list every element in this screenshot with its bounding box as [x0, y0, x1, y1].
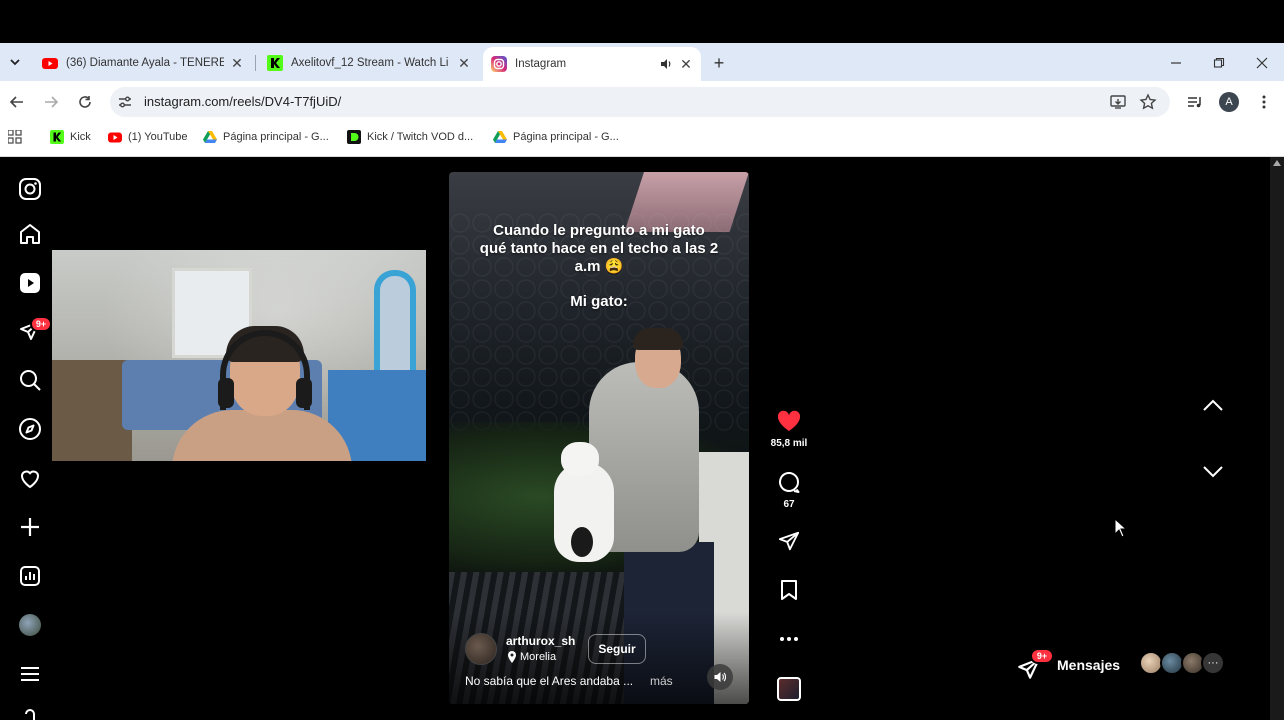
reel-more-link[interactable]: más: [650, 674, 673, 688]
bookmark-star-icon[interactable]: [1139, 93, 1157, 111]
bookmark-youtube[interactable]: (1) YouTube: [108, 129, 188, 145]
likes-count: 85,8 mil: [770, 438, 808, 449]
bookmark-kick[interactable]: Kick: [50, 129, 91, 145]
next-reel-chevron-down-icon[interactable]: [1200, 459, 1226, 485]
scroll-up-arrow-icon[interactable]: [1273, 160, 1281, 166]
close-tab-icon[interactable]: ✕: [230, 55, 244, 72]
bookmark-drive-1[interactable]: Página principal - G...: [203, 129, 329, 145]
tab-title: (36) Diamante Ayala - TENERE |: [66, 57, 224, 69]
tab-search-chevron-down-icon[interactable]: [4, 51, 26, 73]
threads-icon[interactable]: [18, 708, 42, 720]
home-icon[interactable]: [18, 222, 42, 246]
bookmark-vod[interactable]: Kick / Twitch VOD d...: [347, 129, 473, 145]
kick-icon: [267, 55, 283, 71]
previous-reel-chevron-up-icon[interactable]: [1200, 392, 1226, 418]
room-mirror: [374, 270, 416, 380]
like-heart-icon[interactable]: [776, 408, 802, 434]
profile-avatar[interactable]: [19, 614, 41, 636]
tab-kick-stream[interactable]: Axelitovf_12 Stream - Watch Li ✕: [259, 48, 479, 78]
new-tab-plus-icon[interactable]: +: [708, 52, 730, 74]
vod-icon: [347, 130, 361, 144]
reel-video[interactable]: Cuando le pregunto a mi gato qué tanto h…: [449, 172, 749, 704]
close-window-icon[interactable]: [1251, 52, 1273, 74]
youtube-icon: [108, 132, 122, 143]
mute-toggle-speaker-icon[interactable]: [707, 664, 733, 690]
kick-icon: [50, 130, 64, 144]
close-tab-icon[interactable]: ✕: [679, 56, 693, 73]
browser-menu-kebab-icon[interactable]: [1254, 92, 1274, 112]
restore-icon[interactable]: [1208, 52, 1230, 74]
bookmark-label: Kick / Twitch VOD d...: [367, 131, 474, 143]
dashboard-icon[interactable]: [18, 564, 42, 588]
media-controls-icon[interactable]: [1186, 93, 1204, 111]
author-avatar[interactable]: [465, 633, 497, 665]
top-letterbox: [0, 0, 1284, 43]
streamer-webcam-overlay: [52, 250, 426, 461]
url-text[interactable]: instagram.com/reels/DV4-T7fjUiD/: [144, 94, 341, 109]
instagram-icon: [491, 56, 507, 72]
share-send-icon[interactable]: [776, 528, 802, 554]
explore-icon[interactable]: [18, 417, 42, 441]
messages-notification-badge: 9+: [30, 316, 52, 332]
bookmark-label: (1) YouTube: [128, 131, 188, 143]
tab-separator: [255, 55, 256, 71]
create-plus-icon[interactable]: [18, 515, 42, 539]
bookmark-drive-2[interactable]: Página principal - G...: [493, 129, 619, 145]
tab-audio-speaker-icon[interactable]: [659, 57, 673, 71]
tab-instagram[interactable]: Instagram ✕: [483, 47, 701, 81]
reel-caption-text: Cuando le pregunto a mi gato qué tanto h…: [479, 222, 719, 275]
bookmark-label: Página principal - G...: [513, 131, 619, 143]
mouse-cursor-icon: [1114, 518, 1128, 538]
minimize-icon[interactable]: [1165, 52, 1187, 74]
search-icon[interactable]: [18, 368, 42, 392]
save-bookmark-icon[interactable]: [776, 577, 802, 603]
bookmarks-bar: [0, 123, 1284, 157]
room-shelf: [52, 360, 132, 461]
reload-icon[interactable]: [74, 91, 96, 113]
tab-title: Axelitovf_12 Stream - Watch Li: [291, 57, 449, 69]
reel-caption-text-2: Mi gato:: [570, 293, 628, 310]
comment-icon[interactable]: [776, 469, 802, 495]
close-tab-icon[interactable]: ✕: [457, 55, 471, 72]
follow-button[interactable]: Seguir: [588, 634, 646, 664]
drive-icon: [493, 131, 507, 143]
bookmark-label: Página principal - G...: [223, 131, 329, 143]
tab-youtube[interactable]: (36) Diamante Ayala - TENERE | ✕: [34, 48, 252, 78]
apps-grid-icon[interactable]: [8, 130, 22, 144]
heart-icon[interactable]: [18, 466, 42, 490]
original-audio-thumbnail[interactable]: [777, 677, 801, 701]
tab-title: Instagram: [515, 58, 567, 70]
more-contacts-icon[interactable]: ···: [1201, 651, 1225, 675]
author-username[interactable]: arthurox_sh: [506, 634, 575, 648]
page-scrollbar[interactable]: [1270, 157, 1284, 720]
location-label: Morelia: [520, 651, 557, 663]
reel-description: No sabía que el Ares andaba ...: [465, 674, 634, 688]
reels-icon[interactable]: [18, 271, 42, 295]
drive-icon: [203, 131, 217, 143]
site-settings-tune-icon[interactable]: [116, 93, 134, 111]
forward-arrow-icon[interactable]: [40, 91, 62, 113]
messages-badge: 9+: [1030, 648, 1054, 664]
instagram-logo-icon[interactable]: [18, 177, 42, 201]
menu-hamburger-icon[interactable]: [18, 662, 42, 686]
location-pin-icon: [508, 651, 516, 663]
more-options-icon[interactable]: [776, 626, 802, 652]
install-app-icon[interactable]: [1109, 93, 1127, 111]
youtube-icon: [42, 58, 58, 69]
reel-location[interactable]: Morelia: [507, 651, 556, 663]
back-arrow-icon[interactable]: [6, 91, 28, 113]
screen: (36) Diamante Ayala - TENERE | ✕ Axelito…: [0, 0, 1284, 720]
comments-count: 67: [783, 499, 795, 510]
profile-avatar-button[interactable]: A: [1219, 92, 1239, 112]
messages-label[interactable]: Mensajes: [1057, 657, 1120, 673]
bookmark-label: Kick: [70, 131, 91, 143]
